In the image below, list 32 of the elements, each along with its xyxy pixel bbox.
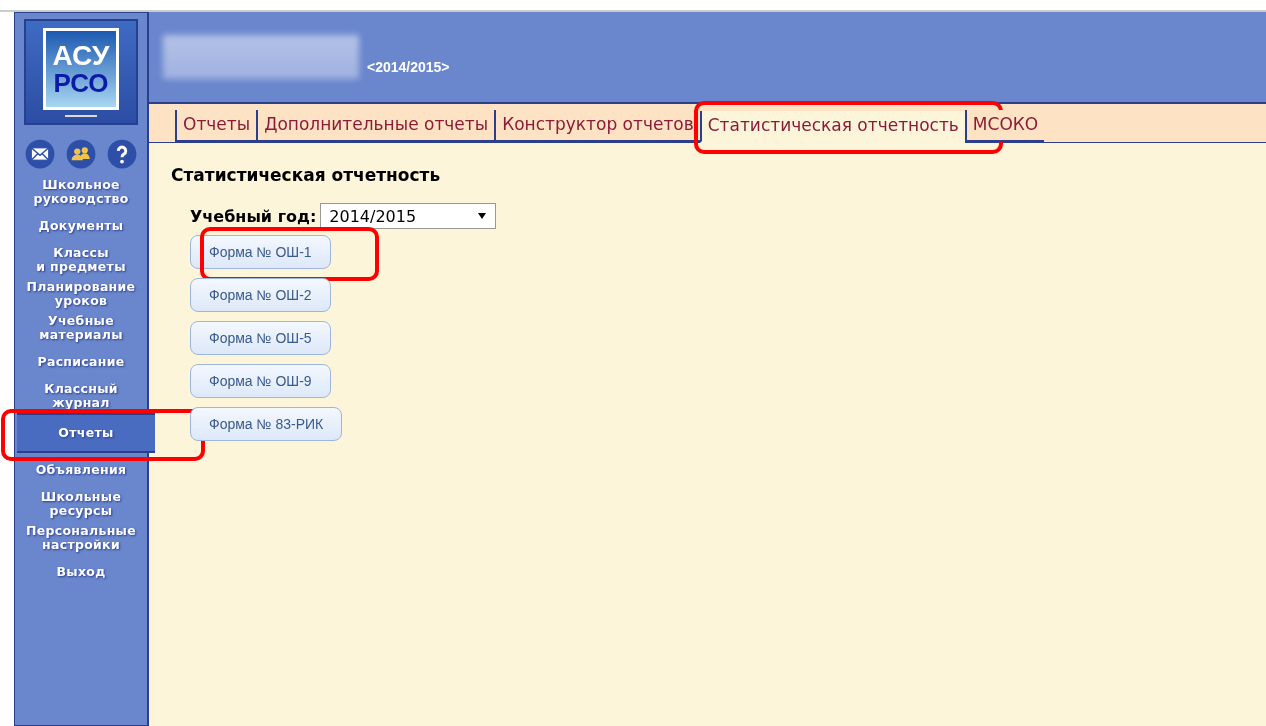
logo-text: АСУ [52,41,110,70]
year-label: Учебный год: [190,206,317,226]
sidebar-item[interactable]: Расписание [15,345,147,379]
sidebar-item[interactable]: Планирование уроков [15,277,147,311]
sidebar-item[interactable]: Классный журнал [15,379,147,413]
users-icon[interactable] [66,139,96,169]
year-dropdown[interactable]: 2014/2015 [320,203,497,229]
form-button[interactable]: Форма № ОШ-5 [190,321,331,355]
form-button[interactable]: Форма № ОШ-9 [190,364,331,398]
sidebar-item[interactable]: Школьное руководство [15,175,147,209]
logo-text: РСО [53,69,109,96]
sidebar-item[interactable]: Персональные настройки [15,521,147,555]
form-button[interactable]: Форма № 83-РИК [190,407,343,441]
form-button[interactable]: Форма № ОШ-1 [190,235,331,269]
sidebar-item[interactable]: Учебные материалы [15,311,147,345]
sidebar-item[interactable]: Документы [15,209,147,243]
sidebar-item[interactable]: Отчеты [17,413,155,453]
mail-icon[interactable] [25,139,55,169]
tab[interactable]: Конструктор отчетов [494,110,700,142]
sidebar-item[interactable]: Объявления [15,453,147,487]
tab[interactable]: Отчеты [175,110,257,142]
help-icon[interactable] [107,139,137,169]
page-title: Статистическая отчетность [171,165,442,185]
sidebar-item[interactable]: Выход [15,555,147,589]
tab[interactable]: Статистическая отчетность [699,111,965,143]
sidebar-item[interactable]: Школьные ресурсы [15,487,147,521]
form-button[interactable]: Форма № ОШ-2 [190,278,331,312]
tab[interactable]: МСОКО [964,110,1045,142]
sidebar-item[interactable]: Классы и предметы [15,243,147,277]
caret-icon [477,212,488,220]
tab[interactable]: Дополнительные отчеты [256,110,495,142]
school-year: <2014/2015> [367,59,450,75]
